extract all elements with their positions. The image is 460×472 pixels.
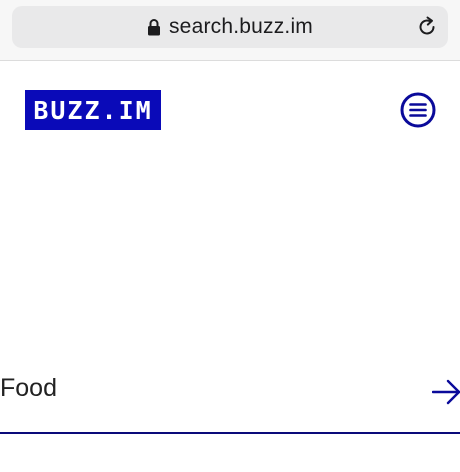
page: search.buzz.im BUZZ.IM Food (0, 0, 460, 472)
arrow-right-icon (432, 379, 460, 405)
hamburger-menu-icon[interactable] (400, 92, 436, 128)
address-bar[interactable]: search.buzz.im (12, 6, 448, 48)
url-text: search.buzz.im (168, 15, 314, 38)
logo-text: BUZZ.IM (33, 95, 153, 125)
site-logo[interactable]: BUZZ.IM (25, 90, 161, 130)
address-content: search.buzz.im (12, 6, 448, 48)
category-label: Food (0, 374, 57, 402)
lock-icon (147, 19, 160, 36)
category-item-food[interactable]: Food (0, 366, 460, 434)
browser-toolbar: search.buzz.im (0, 0, 460, 61)
reload-icon[interactable] (416, 16, 438, 38)
